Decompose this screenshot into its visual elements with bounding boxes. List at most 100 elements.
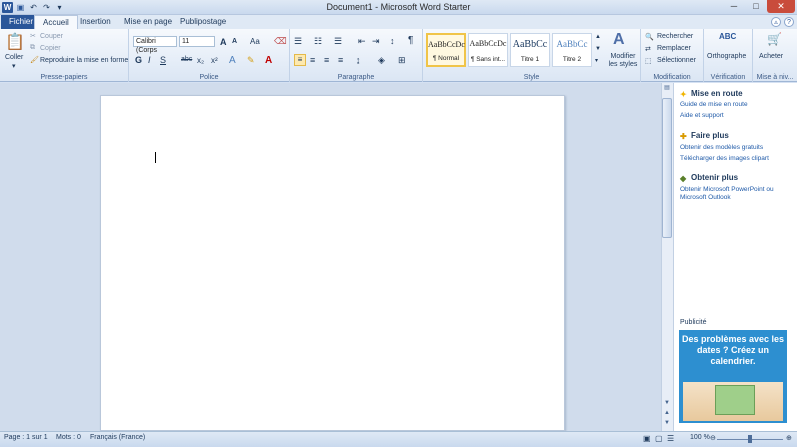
format-painter-icon[interactable]: 🖌	[30, 56, 39, 64]
style-heading-2[interactable]: AaBbCc Titre 2	[552, 33, 592, 67]
group-label-styles: Style	[523, 74, 540, 81]
link-powerpoint-outlook[interactable]: Obtenir Microsoft PowerPoint ou Microsof…	[680, 186, 792, 202]
strikethrough-button[interactable]: abc	[181, 56, 192, 63]
zoom-in-icon[interactable]: ⊕	[786, 434, 792, 442]
style-no-spacing-label: ¶ Sans int...	[470, 56, 506, 63]
styles-scroll-up-icon[interactable]: ▲	[595, 34, 601, 40]
group-label-proofing: Vérification	[710, 74, 746, 81]
link-help-support[interactable]: Aide et support	[680, 112, 792, 120]
zoom-level[interactable]: 100 %	[690, 434, 710, 441]
paste-icon[interactable]: 📋	[4, 32, 26, 51]
align-left-icon[interactable]: ≡	[294, 54, 306, 66]
style-heading-1[interactable]: AaBbCc Titre 1	[510, 33, 550, 67]
pane-section-do-more-title: Faire plus	[691, 131, 729, 140]
replace-button[interactable]: Remplacer	[657, 45, 691, 52]
italic-button[interactable]: I	[148, 55, 151, 65]
draft-view-icon[interactable]: ☰	[667, 434, 674, 443]
subscript-button[interactable]: x₂	[197, 56, 204, 65]
close-button[interactable]: ✕	[767, 0, 795, 13]
spelling-icon[interactable]: ABC	[719, 32, 736, 41]
font-size-combo[interactable]: 11	[179, 36, 215, 47]
pane-section-getting-started: ✦ Mise en route	[680, 89, 743, 99]
shading-icon[interactable]: ◈	[378, 55, 385, 66]
link-free-templates[interactable]: Obtenir des modèles gratuits	[680, 144, 792, 152]
group-font: Calibri (Corps 11 A A Aa ⌫ G I S abc x₂ …	[129, 29, 290, 82]
word-count[interactable]: Mots : 0	[56, 434, 81, 441]
minimize-button[interactable]: ─	[723, 0, 745, 13]
underline-button[interactable]: S	[160, 55, 166, 65]
page-count[interactable]: Page : 1 sur 1	[4, 434, 48, 441]
select-button[interactable]: Sélectionner	[657, 57, 696, 64]
font-name-combo[interactable]: Calibri (Corps	[133, 36, 177, 54]
scroll-down-icon[interactable]: ▼	[662, 400, 672, 409]
next-page-icon[interactable]: ▼	[662, 420, 672, 429]
zoom-out-icon[interactable]: ⊖	[710, 434, 716, 442]
maximize-button[interactable]: □	[745, 0, 767, 13]
replace-icon[interactable]: ⇄	[645, 45, 651, 53]
style-normal[interactable]: AaBbCcDc ¶ Normal	[426, 33, 466, 67]
copy-button[interactable]: Copier	[40, 45, 61, 52]
link-getting-started-guide[interactable]: Guide de mise en route	[680, 101, 792, 109]
cut-button[interactable]: Couper	[40, 33, 63, 40]
select-icon[interactable]: ⬚	[645, 57, 652, 65]
advertisement[interactable]: Des problèmes avec les dates ? Créez un …	[679, 330, 787, 423]
link-clipart[interactable]: Télécharger des images clipart	[680, 155, 792, 163]
full-screen-icon[interactable]: ▢	[655, 434, 663, 443]
find-icon[interactable]: 🔍	[645, 33, 654, 41]
style-normal-sample: AaBbCcDc	[428, 40, 465, 49]
sort-icon[interactable]: ↕	[390, 36, 395, 46]
ad-calendar-image	[683, 382, 783, 421]
format-painter-button[interactable]: Reproduire la mise en forme	[40, 57, 128, 64]
language-indicator[interactable]: Français (France)	[90, 434, 145, 441]
style-no-spacing-sample: AaBbCcDc	[469, 39, 507, 48]
style-no-spacing[interactable]: AaBbCcDc ¶ Sans int...	[468, 33, 508, 67]
paste-dropdown-icon[interactable]: ▾	[12, 62, 16, 70]
spelling-button[interactable]: Orthographe	[707, 53, 746, 60]
document-page[interactable]	[100, 95, 565, 431]
line-spacing-icon[interactable]: ↨	[356, 55, 361, 65]
tab-page-layout[interactable]: Mise en page	[116, 15, 180, 29]
increase-indent-icon[interactable]: ⇥	[372, 36, 380, 47]
ruler-toggle-icon[interactable]: ▤	[662, 84, 672, 93]
tab-mailings[interactable]: Publipostage	[172, 15, 234, 29]
highlight-icon[interactable]: ✎	[247, 55, 255, 66]
minimize-ribbon-icon[interactable]: ▵	[771, 17, 781, 27]
buy-button[interactable]: Acheter	[759, 53, 783, 60]
text-effects-icon[interactable]: A	[229, 55, 236, 66]
bold-button[interactable]: G	[135, 55, 142, 65]
superscript-button[interactable]: x²	[211, 56, 218, 65]
show-formatting-button[interactable]: ¶	[408, 35, 413, 46]
multilevel-list-icon[interactable]: ☰	[334, 36, 342, 47]
bullets-icon[interactable]: ☰	[294, 36, 302, 47]
help-icon[interactable]: ?	[784, 17, 794, 27]
justify-icon[interactable]: ≡	[338, 55, 343, 65]
shrink-font-button[interactable]: A	[232, 38, 237, 45]
copy-icon[interactable]: ⧉	[30, 44, 35, 52]
find-button[interactable]: Rechercher	[657, 33, 693, 40]
styles-scroll-down-icon[interactable]: ▼	[595, 46, 601, 52]
shopping-cart-icon[interactable]: 🛒	[767, 32, 782, 46]
change-styles-button[interactable]: Modifier les styles	[606, 53, 640, 69]
styles-more-icon[interactable]: ▾	[595, 57, 598, 64]
zoom-slider-knob[interactable]	[748, 435, 752, 443]
align-right-icon[interactable]: ≡	[324, 55, 329, 65]
change-styles-icon[interactable]: A	[613, 31, 625, 49]
scrollbar-thumb[interactable]	[662, 98, 672, 238]
borders-icon[interactable]: ⊞	[398, 55, 406, 66]
align-center-icon[interactable]: ≡	[310, 55, 315, 65]
clear-format-icon[interactable]: ⌫	[274, 36, 287, 47]
previous-page-icon[interactable]: ▲	[662, 410, 672, 419]
pane-section-get-more-title: Obtenir plus	[691, 173, 739, 182]
print-layout-icon[interactable]: ▣	[643, 434, 651, 443]
cut-icon[interactable]: ✂	[30, 32, 36, 40]
font-color-icon[interactable]: A	[265, 55, 272, 66]
ribbon: 📋 Coller ▾ ✂ Couper ⧉ Copier 🖌 Reproduir…	[0, 29, 797, 82]
style-heading-2-sample: AaBbCc	[556, 39, 588, 49]
numbering-icon[interactable]: ☷	[314, 36, 322, 47]
change-case-button[interactable]: Aa	[250, 37, 260, 46]
tab-insert[interactable]: Insertion	[72, 15, 119, 29]
group-label-clipboard: Presse-papiers	[40, 74, 88, 81]
grow-font-button[interactable]: A	[220, 37, 227, 47]
paste-button[interactable]: Coller	[5, 54, 23, 61]
decrease-indent-icon[interactable]: ⇤	[358, 36, 366, 47]
